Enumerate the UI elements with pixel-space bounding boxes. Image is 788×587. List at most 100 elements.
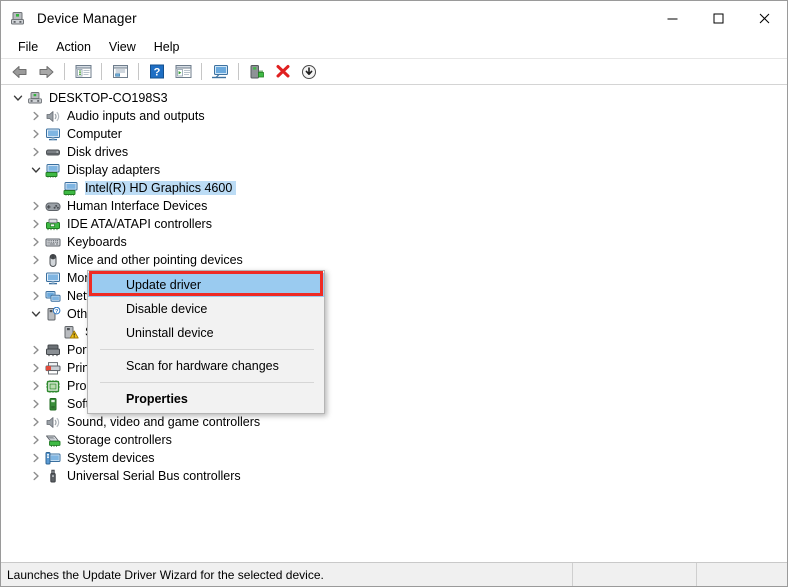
chevron-right-icon[interactable] — [28, 251, 44, 269]
tree-row-root[interactable]: DESKTOP-CO198S3 — [2, 89, 787, 107]
chevron-right-icon[interactable] — [28, 377, 44, 395]
tree-label: Mice and other pointing devices — [67, 253, 243, 267]
tree-row-computer[interactable]: Computer — [2, 125, 787, 143]
menu-file[interactable]: File — [9, 37, 47, 57]
toolbar-separator — [138, 63, 139, 80]
properties-icon[interactable] — [108, 61, 132, 83]
menu-action[interactable]: Action — [47, 37, 100, 57]
monitor-icon — [44, 270, 62, 286]
chevron-right-icon[interactable] — [28, 125, 44, 143]
context-menu-item-update-driver[interactable]: Update driver — [88, 273, 324, 297]
tree-label-root: DESKTOP-CO198S3 — [49, 91, 168, 105]
window-title: Device Manager — [37, 10, 137, 26]
tree-row-ide-ata-atapi-controllers[interactable]: IDE ATA/ATAPI controllers — [2, 215, 787, 233]
keyboard-icon — [44, 234, 62, 250]
help-icon[interactable]: ? — [145, 61, 169, 83]
chevron-right-icon[interactable] — [28, 143, 44, 161]
chevron-right-icon[interactable] — [28, 269, 44, 287]
chevron-right-icon[interactable] — [28, 107, 44, 125]
usb-icon — [44, 468, 62, 484]
chevron-right-icon[interactable] — [28, 467, 44, 485]
port-icon — [44, 342, 62, 358]
back-icon[interactable] — [8, 61, 32, 83]
status-message: Launches the Update Driver Wizard for th… — [1, 563, 573, 586]
menu-help[interactable]: Help — [145, 37, 189, 57]
tree-label: Intel(R) HD Graphics 4600 — [85, 181, 237, 195]
chevron-down-icon[interactable] — [28, 161, 44, 179]
tree-label: Human Interface Devices — [67, 199, 208, 213]
toolbar: ? — [1, 59, 787, 85]
chevron-right-icon[interactable] — [28, 215, 44, 233]
uninstall-device-icon[interactable] — [271, 61, 295, 83]
chevron-down-icon[interactable] — [10, 89, 26, 107]
minimize-button[interactable] — [649, 1, 695, 35]
display-adapter-icon — [44, 162, 62, 178]
context-menu[interactable]: Update driver Disable device Uninstall d… — [87, 270, 325, 414]
tree-row-universal-serial-bus-controllers[interactable]: Universal Serial Bus controllers — [2, 467, 787, 485]
tree-label: Keyboards — [67, 235, 127, 249]
maximize-button[interactable] — [695, 1, 741, 35]
chevron-right-icon[interactable] — [28, 449, 44, 467]
tree-label: Universal Serial Bus controllers — [67, 469, 241, 483]
monitor-toolbar-icon[interactable] — [208, 61, 232, 83]
system-device-icon — [44, 450, 62, 466]
chevron-right-icon[interactable] — [28, 233, 44, 251]
status-pane-3 — [697, 563, 787, 586]
chevron-right-icon[interactable] — [28, 395, 44, 413]
device-manager-window: Device Manager File Action View Help ? D… — [0, 0, 788, 587]
chevron-right-icon[interactable] — [28, 287, 44, 305]
update-driver-icon[interactable] — [245, 61, 269, 83]
tree-row-mice-and-other-pointing-devices[interactable]: Mice and other pointing devices — [2, 251, 787, 269]
scan-icon[interactable] — [171, 61, 195, 83]
tree-label: Computer — [67, 127, 122, 141]
tree-row-audio-inputs-and-outputs[interactable]: Audio inputs and outputs — [2, 107, 787, 125]
close-button[interactable] — [741, 1, 787, 35]
computer-root-icon — [26, 90, 44, 106]
menu-view[interactable]: View — [100, 37, 145, 57]
chevron-right-icon[interactable] — [28, 341, 44, 359]
context-menu-item-scan-for-hardware-changes[interactable]: Scan for hardware changes — [88, 354, 324, 378]
tree-row-human-interface-devices[interactable]: Human Interface Devices — [2, 197, 787, 215]
chevron-down-icon[interactable] — [28, 305, 44, 323]
warning-device-icon — [62, 324, 80, 340]
tree-label: IDE ATA/ATAPI controllers — [67, 217, 212, 231]
context-menu-item-uninstall-device[interactable]: Uninstall device — [88, 321, 324, 345]
tree-row-display-adapters[interactable]: Display adapters — [2, 161, 787, 179]
context-menu-item-disable-device[interactable]: Disable device — [88, 297, 324, 321]
speaker-icon — [44, 414, 62, 430]
tree-row-keyboards[interactable]: Keyboards — [2, 233, 787, 251]
context-menu-item-properties[interactable]: Properties — [88, 387, 324, 411]
context-menu-separator — [100, 382, 314, 383]
speaker-icon — [44, 108, 62, 124]
disable-device-icon[interactable] — [297, 61, 321, 83]
device-manager-icon — [10, 9, 28, 27]
chevron-right-icon[interactable] — [28, 431, 44, 449]
context-menu-separator — [100, 349, 314, 350]
printer-icon — [44, 360, 62, 376]
monitor-icon — [44, 126, 62, 142]
software-device-icon — [44, 396, 62, 412]
chevron-right-icon[interactable] — [28, 359, 44, 377]
show-hide-console-tree-icon[interactable] — [71, 61, 95, 83]
svg-text:?: ? — [55, 309, 58, 315]
tree-label: Disk drives — [67, 145, 129, 159]
forward-icon[interactable] — [34, 61, 58, 83]
status-pane-2 — [573, 563, 697, 586]
menu-bar: File Action View Help — [1, 35, 787, 59]
chevron-right-icon[interactable] — [28, 413, 44, 431]
window-controls — [649, 1, 787, 35]
device-tree-pane[interactable]: DESKTOP-CO198S3 Audio inputs and outputs… — [1, 85, 787, 562]
tree-row-storage-controllers[interactable]: Storage controllers — [2, 431, 787, 449]
network-adapter-icon — [44, 288, 62, 304]
toolbar-separator — [101, 63, 102, 80]
tree-row-disk-drives[interactable]: Disk drives — [2, 143, 787, 161]
title-bar: Device Manager — [1, 1, 787, 35]
chevron-right-icon[interactable] — [28, 197, 44, 215]
tree-label: Display adapters — [67, 163, 161, 177]
tree-row-system-devices[interactable]: System devices — [2, 449, 787, 467]
tree-row-intel-r-hd-graphics-4600[interactable]: Intel(R) HD Graphics 4600 — [2, 179, 787, 197]
tree-row-sound-video-and-game-controllers[interactable]: Sound, video and game controllers — [2, 413, 787, 431]
toolbar-separator — [201, 63, 202, 80]
processor-icon — [44, 378, 62, 394]
